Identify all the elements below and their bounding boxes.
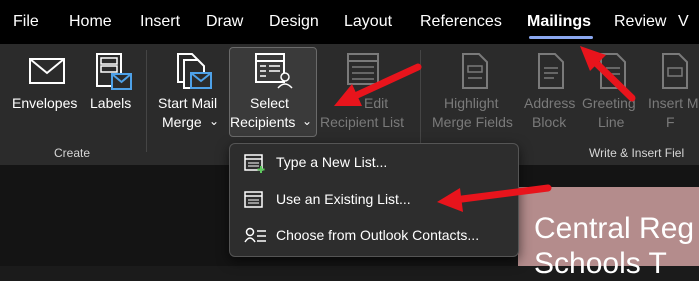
arrow-to-existing-list xyxy=(437,184,552,212)
arrow-to-select-recipients xyxy=(334,63,422,106)
arrow-to-mailings xyxy=(580,46,636,102)
annotation-arrows xyxy=(334,46,636,212)
